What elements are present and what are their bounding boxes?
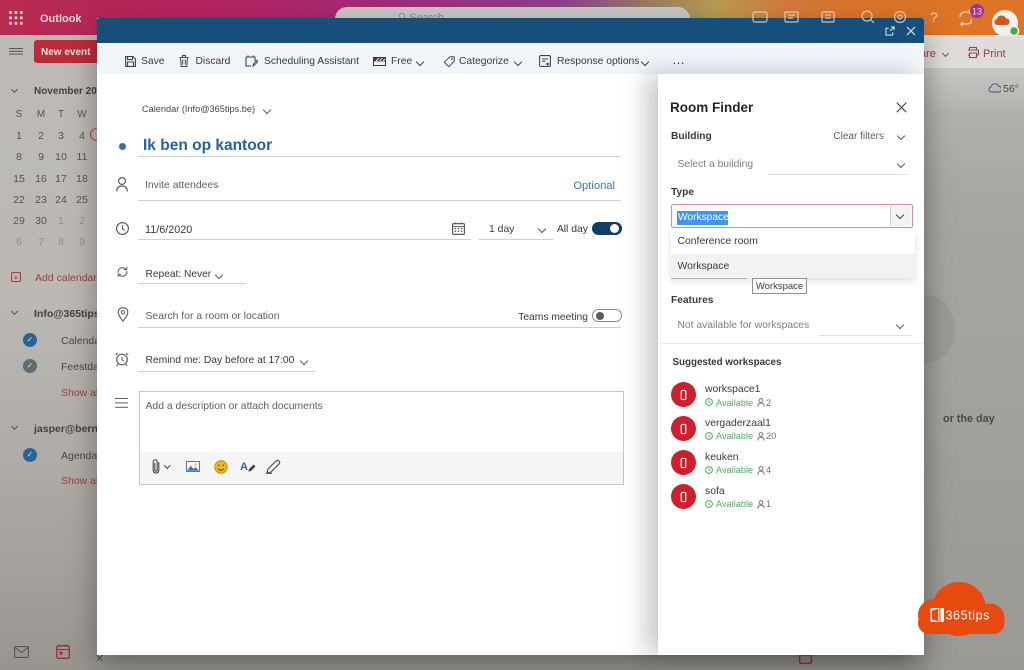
svg-text:365tips: 365tips	[946, 609, 991, 623]
svg-text:A: A	[240, 461, 248, 473]
svg-text:?: ?	[930, 9, 938, 25]
svg-text:13: 13	[972, 7, 982, 17]
